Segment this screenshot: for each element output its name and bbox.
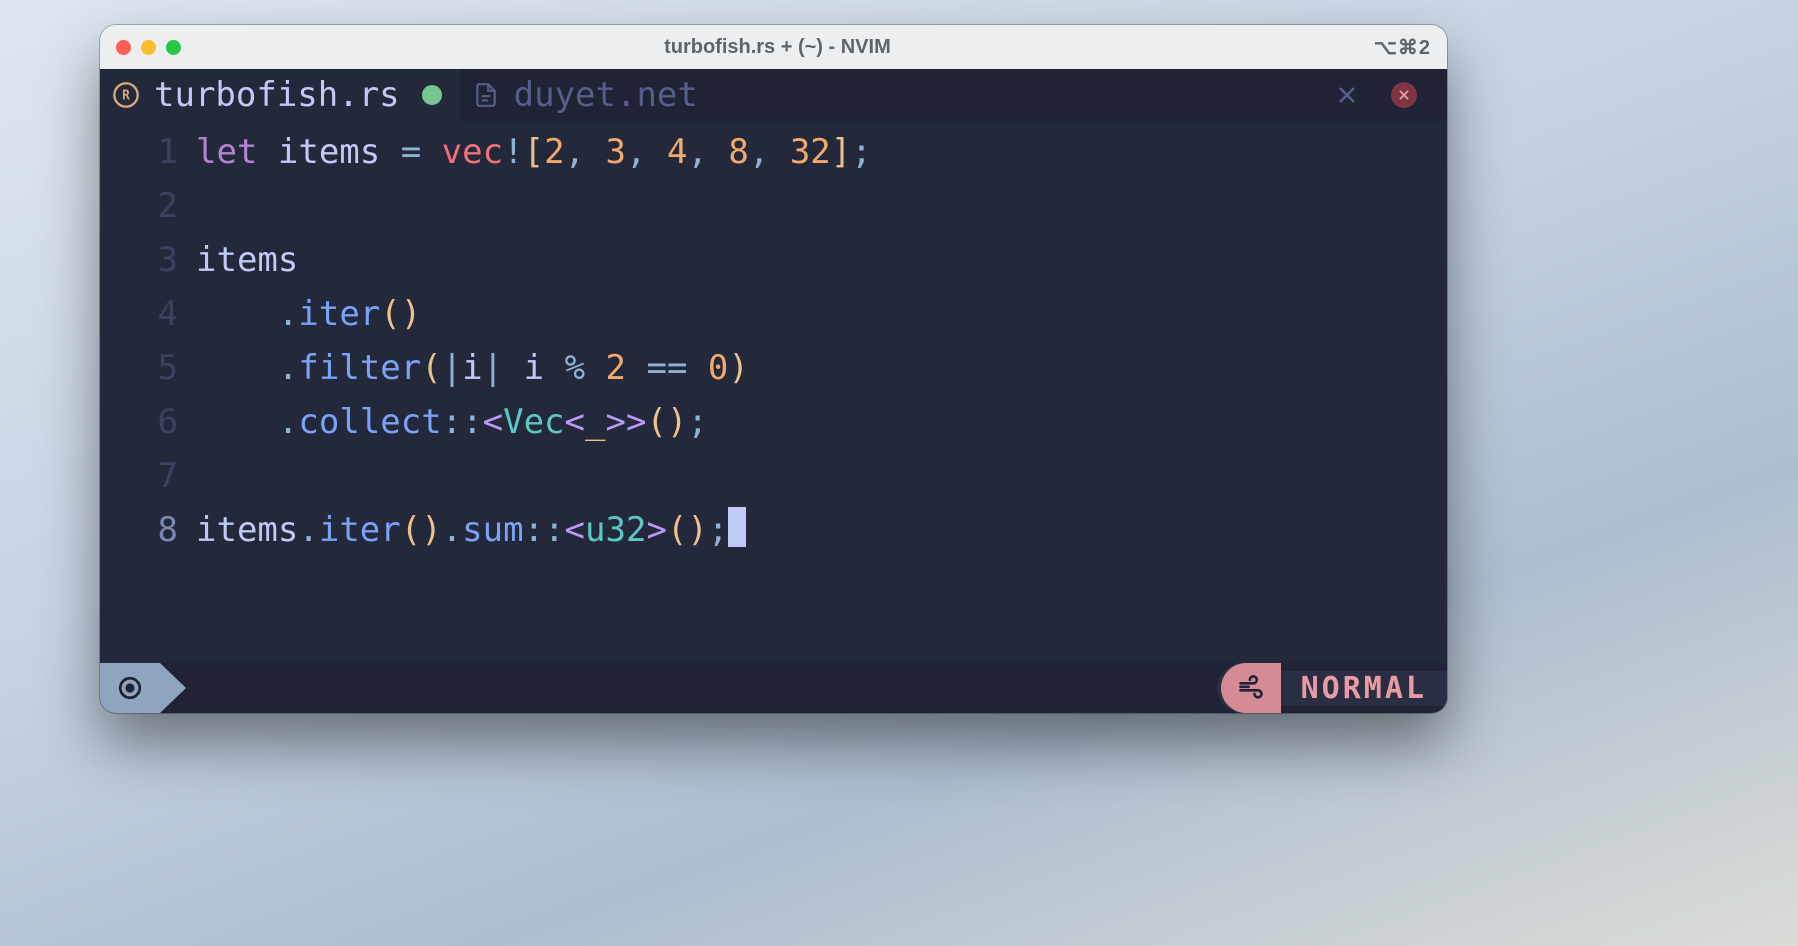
cursor [728,507,746,547]
line-number: 4 [100,287,196,341]
modified-dot-icon [422,85,442,105]
close-icon[interactable] [1335,83,1359,107]
line-content[interactable] [196,179,1447,233]
tab-turbofish[interactable]: R turbofish.rs [100,69,460,121]
status-left [100,663,186,713]
line-number: 1 [100,125,196,179]
terminate-icon[interactable] [1391,82,1417,108]
line-content[interactable]: let items = vec![2, 3, 4, 8, 32]; [196,125,1447,179]
tab-duyet[interactable]: duyet.net [460,69,1447,121]
tab-label: turbofish.rs [154,75,400,115]
line-content[interactable] [196,449,1447,503]
line-number: 5 [100,341,196,395]
line-number: 6 [100,395,196,449]
line-number: 7 [100,449,196,503]
code-line[interactable]: 3items [100,233,1447,287]
file-icon [472,81,500,109]
line-content[interactable]: .iter() [196,287,1447,341]
line-content[interactable]: .collect::<Vec<_>>(); [196,395,1447,449]
traffic-lights [116,40,181,55]
code-line[interactable]: 4 .iter() [100,287,1447,341]
window-title: turbofish.rs + (~) - NVIM [181,36,1374,59]
status-bar: NORMAL [100,663,1447,713]
line-content[interactable]: items [196,233,1447,287]
line-content[interactable]: .filter(|i| i % 2 == 0) [196,341,1447,395]
minimize-window-button[interactable] [141,40,156,55]
tab-bar: R turbofish.rs duyet.net [100,69,1447,121]
line-content[interactable]: items.iter().sum::<u32>(); [196,503,1447,557]
status-right: NORMAL [1217,663,1447,713]
titlebar: turbofish.rs + (~) - NVIM ⌥⌘2 [100,25,1447,69]
rust-icon: R [112,81,140,109]
line-number: 2 [100,179,196,233]
zoom-window-button[interactable] [166,40,181,55]
code-line[interactable]: 5 .filter(|i| i % 2 == 0) [100,341,1447,395]
tab-label: duyet.net [514,75,1321,115]
code-line[interactable]: 8items.iter().sum::<u32>(); [100,503,1447,557]
wind-icon [1221,663,1281,713]
svg-text:R: R [122,89,130,104]
code-line[interactable]: 7 [100,449,1447,503]
close-window-button[interactable] [116,40,131,55]
code-area[interactable]: 1let items = vec![2, 3, 4, 8, 32];23item… [100,121,1447,557]
code-line[interactable]: 2 [100,179,1447,233]
line-number: 8 [100,503,196,557]
terminal-window: turbofish.rs + (~) - NVIM ⌥⌘2 R turbofis… [100,25,1447,713]
line-number: 3 [100,233,196,287]
target-icon [100,663,160,713]
code-line[interactable]: 1let items = vec![2, 3, 4, 8, 32]; [100,125,1447,179]
editor[interactable]: R turbofish.rs duyet.net [100,69,1447,713]
vim-mode: NORMAL [1281,671,1447,706]
separator-icon [160,663,186,713]
window-shortcut-indicator: ⌥⌘2 [1374,35,1431,60]
code-line[interactable]: 6 .collect::<Vec<_>>(); [100,395,1447,449]
